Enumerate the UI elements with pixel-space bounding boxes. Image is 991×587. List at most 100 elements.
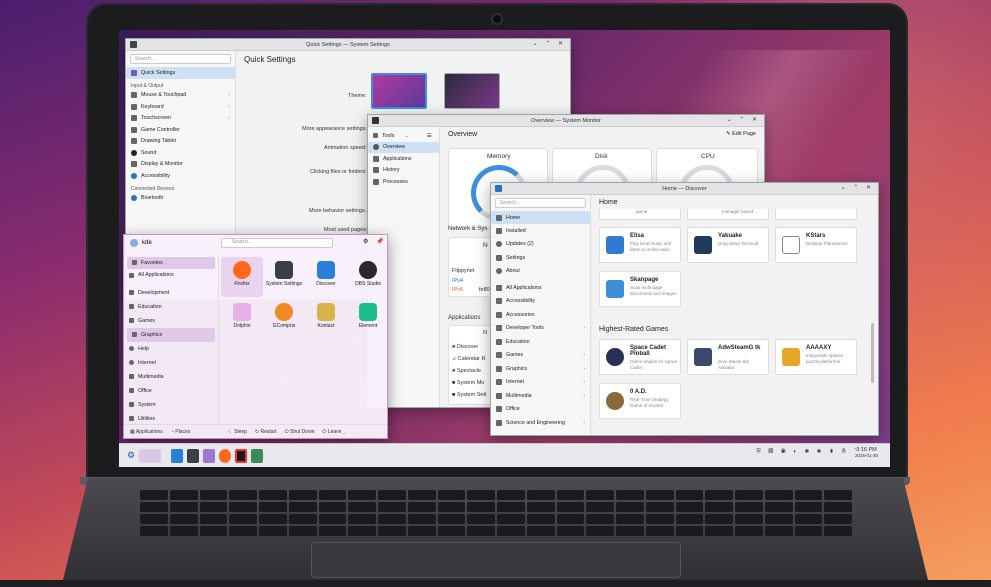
settings-titlebar[interactable]: Quick Settings — System Settings ⌄ ⌃ ✕ bbox=[126, 39, 570, 51]
clock[interactable]: 3:16 PM 2025-01-30 bbox=[855, 447, 878, 459]
sidebar-item-game-controller[interactable]: Game Controller bbox=[126, 124, 235, 136]
discover-titlebar[interactable]: Home — Discover ⌄ ⌃ ✕ bbox=[491, 183, 878, 195]
taskbar-monitor-icon[interactable] bbox=[251, 448, 264, 463]
launcher-search-input[interactable]: Search... bbox=[221, 238, 333, 248]
category-games[interactable]: Games bbox=[124, 314, 218, 328]
launcher-app-dolphin[interactable]: Dolphin bbox=[221, 299, 263, 339]
category-system[interactable]: System bbox=[124, 398, 218, 412]
window-controls-icon[interactable]: ⌄ ⌃ ✕ bbox=[533, 40, 566, 47]
taskbar-folder-icon[interactable] bbox=[203, 448, 216, 463]
nav-overview[interactable]: Overview bbox=[368, 141, 439, 153]
taskbar-konsole-icon[interactable] bbox=[235, 448, 248, 463]
app-card-elisa[interactable]: Elisa Play local music and listen to onl… bbox=[599, 227, 681, 263]
app-row[interactable]: ■ System Mo bbox=[452, 380, 484, 386]
sidebar-item-quick-settings[interactable]: Quick Settings bbox=[126, 67, 235, 79]
sidebar-item-display[interactable]: Display & Monitor bbox=[126, 159, 235, 171]
app-row[interactable]: ♫ Calendar R bbox=[452, 356, 485, 362]
sidebar-item-sound[interactable]: Sound bbox=[126, 147, 235, 159]
launcher-app-obs[interactable]: OBS Studio bbox=[347, 257, 387, 297]
sidebar-item-touchscreen[interactable]: Touchscreen › bbox=[126, 113, 235, 125]
taskbar-discover-icon[interactable] bbox=[171, 448, 184, 463]
restart-button[interactable]: ↻ Restart bbox=[255, 429, 277, 435]
window-controls-icon[interactable]: ⌄ ⌃ ✕ bbox=[727, 116, 760, 123]
theme-preview-light[interactable] bbox=[371, 73, 427, 109]
category-education[interactable]: Education bbox=[124, 300, 218, 314]
discover-search-input[interactable]: Search... bbox=[495, 198, 586, 208]
category-all-applications[interactable]: All Applications bbox=[124, 269, 218, 282]
category-help[interactable]: Help bbox=[124, 342, 218, 356]
pin-icon[interactable]: 📌 bbox=[376, 238, 383, 245]
category-graphics[interactable]: Graphics bbox=[127, 327, 215, 342]
launcher-app-system-settings[interactable]: System Settings bbox=[263, 257, 305, 297]
nav-installed[interactable]: Installed bbox=[491, 224, 590, 238]
nav-all-applications[interactable]: All Applications bbox=[491, 281, 590, 295]
launcher-app-gcompris[interactable]: GCompris bbox=[263, 299, 305, 339]
shutdown-button[interactable]: ⏻ Shut Down bbox=[285, 429, 315, 435]
user-avatar-icon[interactable] bbox=[130, 239, 138, 247]
nav-graphics[interactable]: Graphics › bbox=[491, 362, 590, 376]
sidebar-item-accessibility[interactable]: Accessibility bbox=[126, 170, 235, 182]
category-favorites[interactable]: Favorites bbox=[127, 257, 215, 269]
launcher-app-discover[interactable]: Discover bbox=[305, 257, 347, 297]
more-appearance-label[interactable]: More appearance settings... bbox=[302, 126, 370, 132]
sidebar-item-bluetooth[interactable]: Bluetooth bbox=[126, 193, 235, 205]
tools-menu[interactable]: Tools ⌄ ☰ bbox=[368, 130, 439, 142]
launcher-app-kontact[interactable]: Kontact bbox=[305, 299, 347, 339]
hamburger-icon: ☰ bbox=[426, 132, 432, 139]
system-tray-icons[interactable]: ⛨ ▤ ◉ ◐ ✱ ✱ ▮ ✇ ⌃ bbox=[756, 449, 860, 456]
app-card-yakuake[interactable]: Yakuake Drop-down Terminal bbox=[687, 227, 769, 263]
game-card-0ad[interactable]: 0 A.D. Real-Time Strategy Game of Ancien… bbox=[599, 383, 681, 419]
game-card-pinball[interactable]: Space Cadet Pinball Game engine for Spac… bbox=[599, 339, 681, 375]
category-development[interactable]: Development bbox=[124, 286, 218, 300]
nav-accessibility[interactable]: Accessibility bbox=[491, 295, 590, 309]
category-office[interactable]: Office bbox=[124, 384, 218, 398]
nav-accessories[interactable]: Accessories bbox=[491, 308, 590, 322]
nav-home[interactable]: Home bbox=[491, 211, 590, 224]
footer-places-tab[interactable]: ◔ Places bbox=[171, 429, 190, 435]
leave-button[interactable]: ⏻ Leave ⌄ bbox=[322, 429, 345, 435]
sidebar-item-drawing-tablet[interactable]: Drawing Tablet bbox=[126, 136, 235, 148]
app-row[interactable]: ■ Discover bbox=[452, 344, 478, 350]
nav-multimedia[interactable]: Multimedia › bbox=[491, 389, 590, 403]
app-launcher-icon[interactable]: ⚙ bbox=[127, 450, 135, 461]
more-behavior-label[interactable]: More behavior settings... bbox=[309, 208, 369, 214]
monitor-titlebar[interactable]: Overview — System Monitor ⌄ ⌃ ✕ bbox=[368, 115, 764, 127]
nav-history[interactable]: History bbox=[368, 165, 439, 177]
nav-internet[interactable]: Internet › bbox=[491, 376, 590, 390]
game-card-aaaaxy[interactable]: AAAAXY Impossible spaces puzzle platform… bbox=[775, 339, 857, 375]
cpu-label: CPU bbox=[701, 153, 715, 160]
app-card-kstars[interactable]: KStars Desktop Planetarium bbox=[775, 227, 857, 263]
theme-label: Theme: bbox=[348, 93, 367, 99]
pager-icon[interactable] bbox=[139, 448, 162, 463]
nav-processes[interactable]: Processes bbox=[368, 176, 439, 188]
nav-settings[interactable]: Settings bbox=[491, 251, 590, 265]
app-card-skanpage[interactable]: Skanpage Scan multi-page documents and i… bbox=[599, 271, 681, 307]
nav-education[interactable]: Education bbox=[491, 335, 590, 349]
app-row[interactable]: ■ Spectacle bbox=[452, 368, 481, 374]
footer-applications-tab[interactable]: ▦ Applications bbox=[130, 429, 163, 435]
taskbar-settings-icon[interactable] bbox=[187, 448, 200, 463]
nav-games[interactable]: Games › bbox=[491, 349, 590, 363]
theme-preview-dark[interactable] bbox=[444, 73, 500, 109]
category-multimedia[interactable]: Multimedia bbox=[124, 370, 218, 384]
settings-search-input[interactable]: Search... bbox=[130, 54, 231, 64]
taskbar-firefox-icon[interactable] bbox=[219, 448, 232, 463]
nav-updates[interactable]: Updates (2) bbox=[491, 238, 590, 252]
sleep-button[interactable]: ☾ Sleep bbox=[228, 429, 247, 435]
discover-scrollbar[interactable] bbox=[871, 323, 874, 383]
nav-applications[interactable]: Applications bbox=[368, 153, 439, 165]
launcher-app-firefox[interactable]: Firefox bbox=[221, 257, 263, 297]
window-controls-icon[interactable]: ⌄ ⌃ ✕ bbox=[841, 184, 874, 191]
category-internet[interactable]: Internet bbox=[124, 356, 218, 370]
game-card-adwsteam[interactable]: AdwSteamG tk Give Steam the Adwaita bbox=[687, 339, 769, 375]
nav-science[interactable]: Science and Engineering › bbox=[491, 416, 590, 430]
sidebar-item-keyboard[interactable]: Keyboard › bbox=[126, 101, 235, 113]
nav-developer-tools[interactable]: Developer Tools › bbox=[491, 322, 590, 336]
sidebar-item-mouse[interactable]: Mouse & Touchpad › bbox=[126, 90, 235, 102]
nav-office[interactable]: Office bbox=[491, 403, 590, 417]
launcher-app-element[interactable]: Element bbox=[347, 299, 387, 339]
nav-about[interactable]: About bbox=[491, 265, 590, 279]
edit-page-button[interactable]: ✎ Edit Page bbox=[726, 131, 756, 137]
launcher-config-icon[interactable]: ⚙ bbox=[363, 238, 368, 245]
app-row[interactable]: ■ System Sett bbox=[452, 392, 487, 398]
